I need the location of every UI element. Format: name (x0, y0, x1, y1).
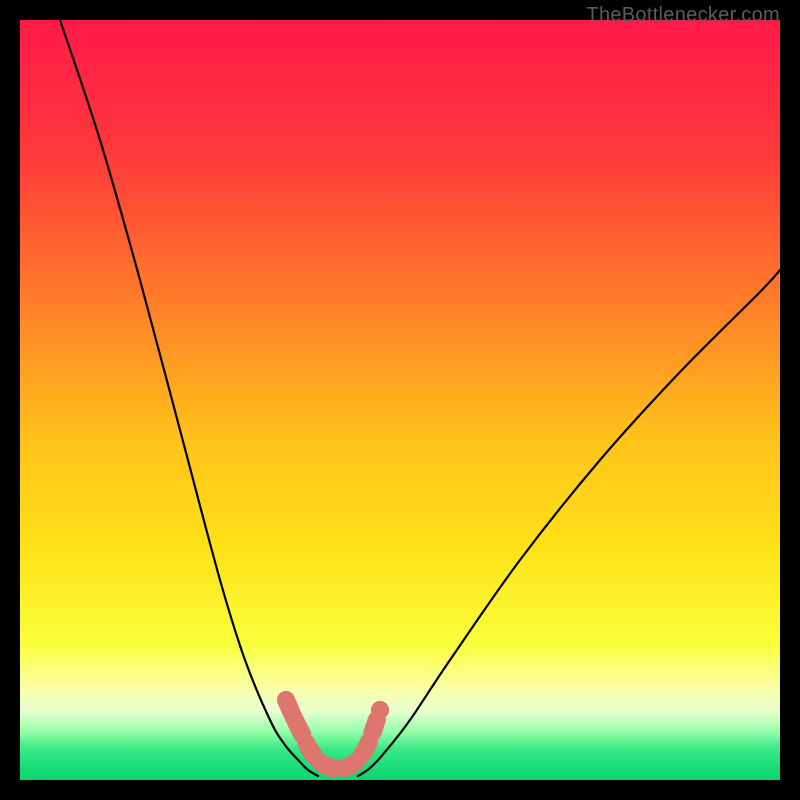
marker-dot (285, 709, 303, 727)
marker-dots (277, 691, 389, 777)
plot-frame (20, 20, 780, 780)
left-curve (60, 20, 318, 776)
curve-layer (20, 20, 780, 780)
marker-dot (293, 725, 311, 743)
right-curve (358, 270, 780, 776)
watermark-text: TheBottlenecker.com (586, 4, 780, 27)
marker-dot (371, 701, 389, 719)
marker-dot (277, 691, 295, 709)
marker-dot (357, 739, 375, 757)
marker-dot (365, 719, 383, 737)
